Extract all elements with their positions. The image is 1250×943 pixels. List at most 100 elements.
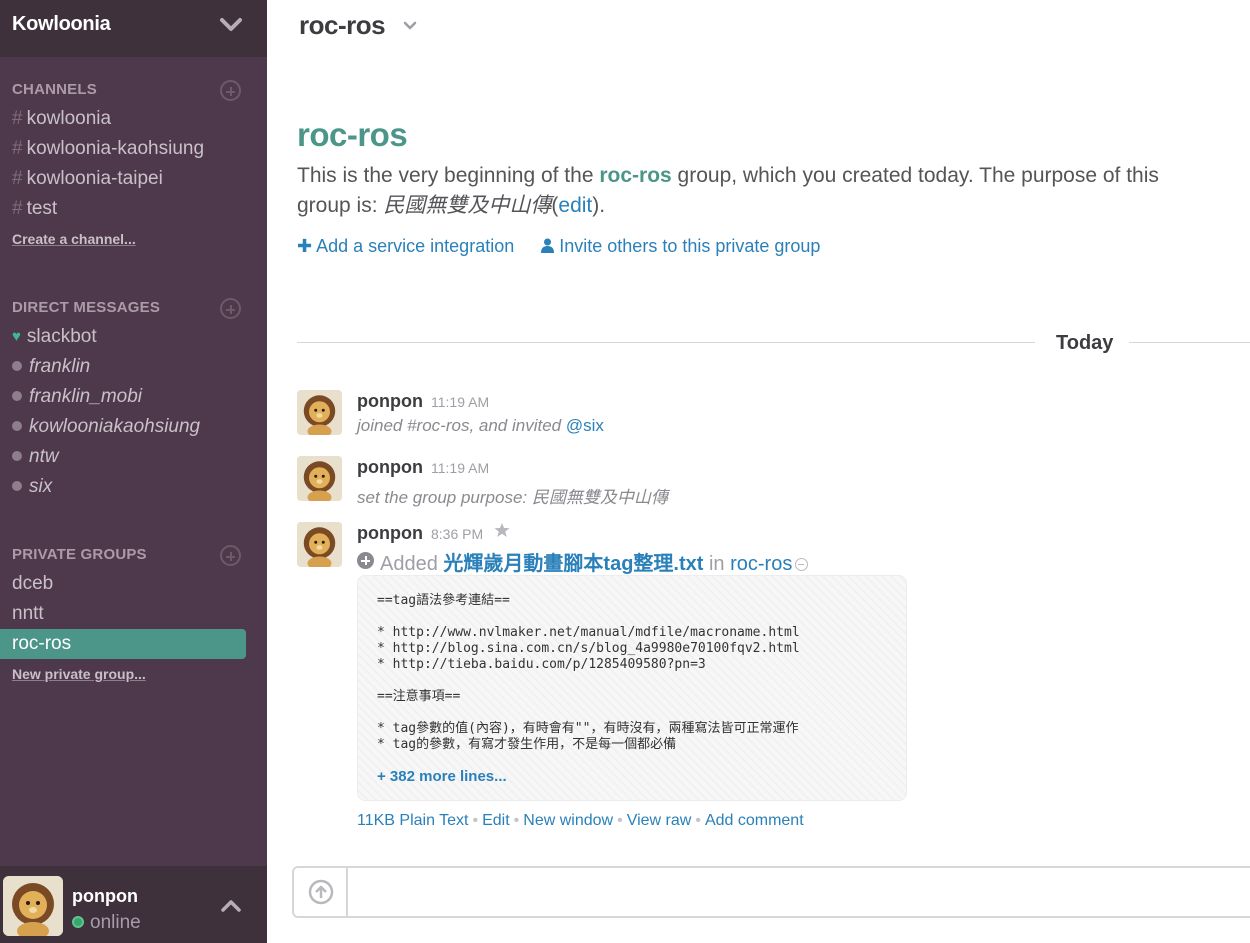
avatar[interactable] bbox=[297, 522, 342, 567]
team-name: Kowloonia bbox=[12, 13, 111, 35]
dm-label: kowlooniakaohsiung bbox=[29, 416, 201, 437]
avatar[interactable] bbox=[3, 876, 63, 936]
avatar[interactable] bbox=[297, 390, 342, 435]
new-private-group-link[interactable]: New private group... bbox=[12, 666, 146, 682]
chevron-down-icon[interactable] bbox=[219, 14, 243, 36]
message-author[interactable]: ponpon bbox=[357, 523, 423, 544]
lion-avatar-icon bbox=[297, 456, 342, 501]
private-group-icon bbox=[795, 558, 809, 571]
chevron-down-icon[interactable] bbox=[403, 21, 417, 31]
dm-label: slackbot bbox=[26, 326, 97, 347]
user-status-label: online bbox=[90, 912, 141, 933]
channel-label: kowloonia-kaohsiung bbox=[26, 138, 205, 159]
sidebar-item-kowloonia[interactable]: # kowloonia bbox=[12, 108, 111, 130]
upload-button[interactable] bbox=[294, 868, 348, 916]
sidebar-item-slackbot[interactable]: ♥ slackbot bbox=[12, 326, 97, 348]
presence-away-icon bbox=[12, 451, 22, 461]
message-author[interactable]: ponpon bbox=[357, 391, 423, 412]
dm-label: ntw bbox=[29, 446, 59, 467]
message-timestamp[interactable]: 8:36 PM bbox=[431, 526, 483, 542]
message-input[interactable] bbox=[350, 868, 1250, 916]
hash-icon: # bbox=[12, 198, 23, 219]
add-dm-icon[interactable] bbox=[220, 298, 241, 319]
lion-avatar-icon bbox=[297, 390, 342, 435]
sidebar-item-kowlooniakaohsiung[interactable]: kowlooniakaohsiung bbox=[12, 416, 200, 438]
upload-arrow-icon bbox=[308, 879, 334, 905]
user-name: ponpon bbox=[72, 886, 138, 906]
message-body: joined #roc-ros, and invited @six bbox=[357, 416, 604, 435]
plus-icon: ✚ bbox=[297, 236, 313, 256]
direct-messages-header[interactable]: DIRECT MESSAGES bbox=[12, 299, 160, 316]
sidebar-item-nntt[interactable]: nntt bbox=[12, 603, 44, 625]
channels-header[interactable]: CHANNELS bbox=[12, 81, 97, 98]
add-group-icon[interactable] bbox=[220, 545, 241, 566]
hash-icon: # bbox=[12, 168, 23, 189]
presence-away-icon bbox=[12, 421, 22, 431]
main-pane: roc-ros roc-ros This is the very beginni… bbox=[267, 0, 1250, 943]
group-purpose: 民國無雙及中山傳 bbox=[383, 194, 552, 217]
private-groups-header[interactable]: PRIVATE GROUPS bbox=[12, 546, 147, 563]
mention-link[interactable]: @six bbox=[566, 416, 604, 435]
view-raw-link[interactable]: View raw bbox=[627, 812, 692, 829]
invite-link[interactable]: Invite others to this private group bbox=[541, 236, 820, 256]
lion-avatar-icon bbox=[297, 522, 342, 567]
day-divider: Today bbox=[1056, 332, 1114, 354]
sidebar-item-franklin[interactable]: franklin bbox=[12, 356, 90, 378]
hash-icon: # bbox=[12, 138, 23, 159]
edit-file-link[interactable]: Edit bbox=[482, 812, 510, 829]
add-comment-link[interactable]: Add comment bbox=[705, 812, 804, 829]
user-status: online bbox=[72, 912, 141, 934]
add-channel-icon[interactable] bbox=[220, 80, 241, 101]
presence-away-icon bbox=[12, 361, 22, 371]
create-channel-link[interactable]: Create a channel... bbox=[12, 231, 136, 247]
channel-link[interactable]: roc-ros bbox=[730, 553, 792, 575]
more-lines-link[interactable]: + 382 more lines... bbox=[377, 768, 507, 785]
sidebar: Kowloonia CHANNELS # kowloonia # kowloonia… bbox=[0, 0, 267, 943]
group-name: roc-ros bbox=[599, 164, 672, 187]
dm-label: franklin bbox=[29, 356, 91, 377]
file-share-line: Added 光輝歲月動畫腳本tag整理.txt in roc-ros bbox=[357, 547, 809, 576]
presence-away-icon bbox=[12, 481, 22, 491]
avatar[interactable] bbox=[297, 456, 342, 501]
star-icon[interactable] bbox=[494, 522, 510, 538]
sidebar-item-kowloonia-kaohsiung[interactable]: # kowloonia-kaohsiung bbox=[12, 138, 204, 160]
channel-label: test bbox=[26, 198, 58, 219]
user-menu[interactable]: ponpon online bbox=[0, 866, 267, 943]
sidebar-item-kowloonia-taipei[interactable]: # kowloonia-taipei bbox=[12, 168, 163, 190]
intro-text: This is the very beginning of the roc-ro… bbox=[297, 164, 1159, 217]
message-timestamp[interactable]: 11:19 AM bbox=[431, 394, 489, 410]
dm-label: six bbox=[29, 476, 53, 497]
dm-label: franklin_mobi bbox=[29, 386, 142, 407]
sidebar-item-six[interactable]: six bbox=[12, 476, 52, 498]
intro-actions: ✚ Add a service integration Invite other… bbox=[297, 236, 842, 257]
add-integration-link[interactable]: ✚ Add a service integration bbox=[297, 236, 514, 256]
edit-purpose-link[interactable]: edit bbox=[558, 194, 592, 217]
channel-label: kowloonia bbox=[26, 108, 112, 129]
message-timestamp[interactable]: 11:19 AM bbox=[431, 460, 489, 476]
presence-online-icon bbox=[72, 916, 84, 928]
channel-title[interactable]: roc-ros bbox=[299, 10, 386, 41]
intro-title: roc-ros bbox=[297, 116, 408, 153]
user-icon bbox=[541, 238, 555, 253]
file-title-link[interactable]: 光輝歲月動畫腳本tag整理.txt bbox=[443, 553, 703, 575]
message-body: set the group purpose: 民國無雙及中山傳 bbox=[357, 488, 668, 507]
divider bbox=[297, 342, 1035, 343]
team-menu[interactable]: Kowloonia bbox=[0, 0, 267, 57]
heart-icon: ♥ bbox=[12, 328, 21, 345]
message-composer bbox=[292, 866, 1250, 918]
message-author[interactable]: ponpon bbox=[357, 457, 423, 478]
chevron-up-icon[interactable] bbox=[220, 898, 242, 914]
sidebar-item-ntw[interactable]: ntw bbox=[12, 446, 59, 468]
sidebar-item-roc-ros[interactable]: roc-ros bbox=[0, 629, 246, 659]
hash-icon: # bbox=[12, 108, 23, 129]
channel-label: kowloonia-taipei bbox=[26, 168, 163, 189]
file-snippet-preview[interactable]: ==tag語法參考連結== * http://www.nvlmaker.net/… bbox=[357, 575, 907, 801]
sidebar-item-test[interactable]: # test bbox=[12, 198, 57, 220]
new-window-link[interactable]: New window bbox=[523, 812, 613, 829]
plus-circle-icon bbox=[357, 552, 374, 569]
file-actions: 11KB Plain Text • Edit • New window • View raw… bbox=[357, 812, 804, 829]
file-meta-link[interactable]: 11KB Plain Text bbox=[357, 812, 468, 829]
sidebar-item-franklin-mobi[interactable]: franklin_mobi bbox=[12, 386, 142, 408]
sidebar-item-dceb[interactable]: dceb bbox=[12, 573, 53, 595]
lion-avatar-icon bbox=[3, 876, 63, 936]
